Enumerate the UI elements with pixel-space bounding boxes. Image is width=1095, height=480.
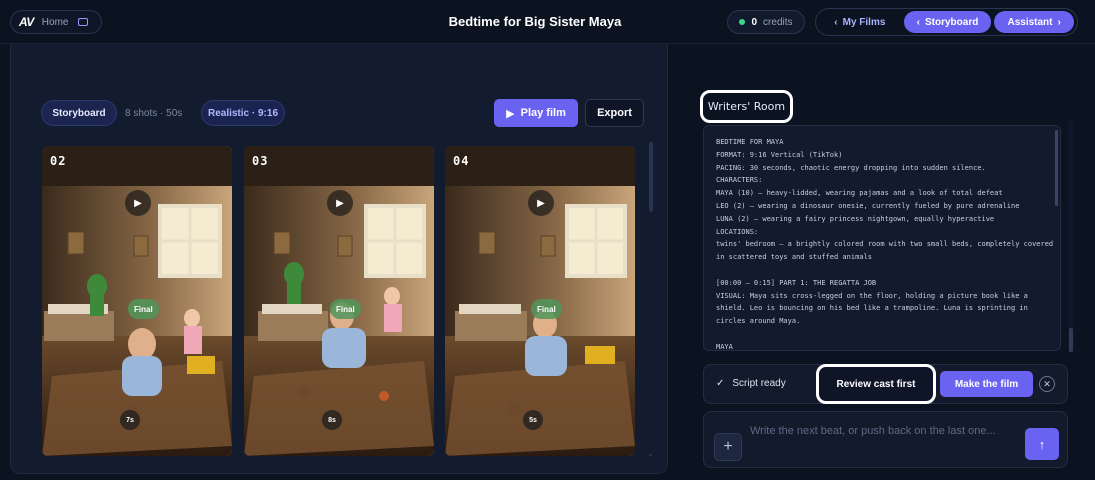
script-line: in scattered toys and stuffed animals: [716, 253, 872, 262]
duration-badge: 5s: [523, 410, 543, 430]
play-film-label: Play film: [520, 107, 566, 119]
script-viewer[interactable]: BEDTIME FOR MAYA FORMAT: 9:16 Vertical (T…: [703, 125, 1061, 351]
duration-badge: 7s: [120, 410, 140, 430]
chevron-down-icon[interactable]: ⌄: [647, 449, 654, 458]
window-icon: [78, 18, 89, 26]
status-dot-icon: [739, 19, 746, 25]
script-line: [716, 264, 1046, 277]
shot-number: 02: [50, 154, 67, 168]
credits-label: credits: [763, 16, 793, 28]
status-badge: Final: [128, 299, 159, 319]
panel-scrollbar[interactable]: [1069, 328, 1073, 352]
script-line: LOCATIONS:: [716, 227, 759, 236]
script-line: LEO (2) — wearing a dinosaur onesie, cur…: [716, 201, 1020, 210]
credits-badge[interactable]: 0 credits: [727, 10, 805, 34]
script-line: VISUAL: Maya sits cross-legged on the fl…: [716, 291, 1028, 300]
script-scrollbar[interactable]: [1055, 130, 1058, 206]
my-films-button[interactable]: ‹ My Films: [819, 11, 901, 33]
script-line: MAYA (10) — heavy-lidded, wearing pajama…: [716, 189, 1003, 198]
play-film-button[interactable]: ▶ Play film: [494, 99, 578, 127]
play-icon[interactable]: ▶: [528, 190, 554, 216]
shot-number: 04: [453, 154, 470, 168]
panel-scroll-track: [1068, 120, 1074, 352]
check-icon: ✓: [716, 378, 725, 389]
play-icon[interactable]: ▶: [125, 190, 151, 216]
script-line: circles around Maya.: [716, 317, 801, 326]
script-line: [00:00 – 0:15] PART 1: THE REGATTA JOB: [716, 278, 877, 287]
plus-icon[interactable]: +: [714, 433, 742, 461]
close-icon[interactable]: ✕: [1039, 376, 1055, 392]
storyboard-panel: Storyboard 8 shots · 50s Realistic · 9:1…: [10, 44, 668, 474]
script-text: BEDTIME FOR MAYA FORMAT: 9:16 Vertical (T…: [716, 136, 1054, 351]
chevron-right-icon: ›: [1057, 16, 1061, 28]
view-switcher: ‹ My Films ‹ Storyboard Assistant ›: [815, 8, 1078, 36]
arrow-up-icon[interactable]: ↑: [1025, 428, 1059, 460]
writers-room-title: Writers' Room: [700, 90, 793, 123]
status-badge: Final: [330, 299, 361, 319]
storyboard-nav-button[interactable]: ‹ Storyboard: [903, 11, 992, 33]
play-icon: ▶: [506, 107, 515, 120]
script-line: CHARACTERS:: [716, 176, 763, 185]
home-button[interactable]: AV Home: [10, 10, 102, 34]
storyboard-scrollbar[interactable]: [649, 142, 653, 212]
assistant-nav-label: Assistant: [1007, 16, 1053, 28]
my-films-label: My Films: [842, 16, 886, 28]
storyboard-nav-label: Storyboard: [924, 16, 979, 28]
shot-card[interactable]: 04 ▶ Final 5s: [445, 146, 635, 456]
style-selector[interactable]: Realistic · 9:16: [201, 100, 285, 126]
home-label: Home: [41, 16, 69, 28]
duration-badge: 8s: [322, 410, 342, 430]
brand-logo: AV: [19, 15, 34, 29]
review-cast-button[interactable]: Review cast first: [816, 364, 936, 404]
export-button[interactable]: Export: [585, 99, 644, 127]
shot-card[interactable]: 02 ▶ Final 7s: [42, 146, 232, 456]
assistant-nav-button[interactable]: Assistant ›: [994, 11, 1074, 33]
script-line: shield. Leo is bouncing on his bed like …: [716, 304, 1028, 313]
play-icon[interactable]: ▶: [327, 190, 353, 216]
script-line: LUNA (2) — wearing a fairy princess nigh…: [716, 214, 995, 223]
message-input[interactable]: [750, 423, 1012, 463]
script-line: PACING: 30 seconds, chaotic energy dropp…: [716, 163, 986, 172]
chevron-left-icon: ‹: [916, 16, 920, 28]
status-badge: Final: [531, 299, 562, 319]
shot-card[interactable]: 03 ▶ Final 8s: [244, 146, 434, 456]
script-line: MAYA: [716, 342, 733, 351]
script-status-label: Script ready: [732, 378, 786, 389]
chevron-left-icon: ‹: [834, 16, 838, 28]
storyboard-toolbar: Storyboard 8 shots · 50s Realistic · 9:1…: [41, 99, 644, 127]
shot-number: 03: [252, 154, 269, 168]
script-line: FORMAT: 9:16 Vertical (TikTok): [716, 150, 843, 159]
script-line: twins' bedroom — a brightly colored room…: [716, 240, 1054, 249]
credits-count: 0: [751, 16, 758, 28]
script-line: [716, 328, 1046, 341]
storyboard-tab[interactable]: Storyboard: [41, 100, 117, 126]
make-film-button[interactable]: Make the film: [940, 371, 1033, 397]
project-title: Bedtime for Big Sister Maya: [448, 14, 622, 29]
top-bar: AV Home Bedtime for Big Sister Maya 0 cr…: [0, 0, 1095, 44]
shots-info: 8 shots · 50s: [125, 108, 183, 119]
script-status: ✓ Script ready: [716, 378, 786, 389]
script-line: BEDTIME FOR MAYA: [716, 138, 784, 146]
